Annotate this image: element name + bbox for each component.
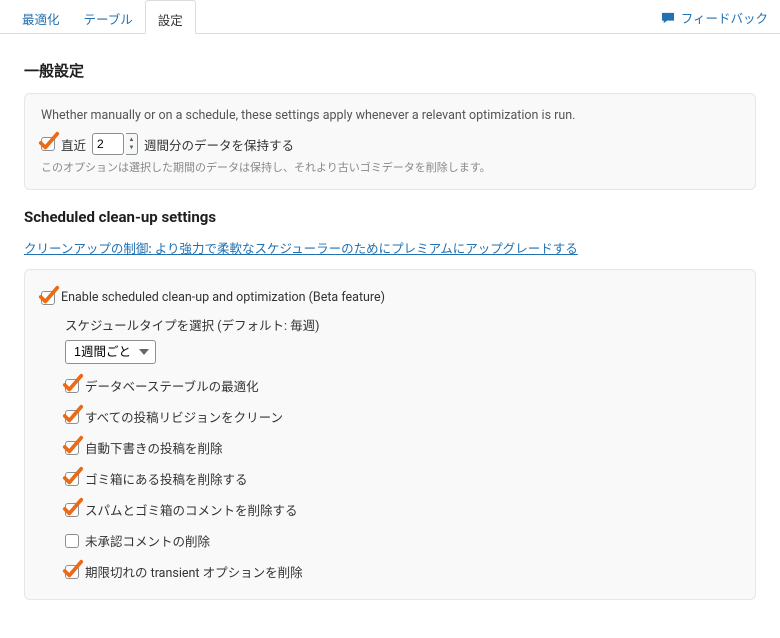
cleanup-option-checkbox[interactable] <box>65 534 79 548</box>
general-settings-heading: 一般設定 <box>24 60 756 81</box>
cleanup-option-label: スパムとゴミ箱のコメントを削除する <box>85 500 298 519</box>
cleanup-option-checkbox[interactable] <box>65 410 79 424</box>
cleanup-option-label: すべての投稿リビジョンをクリーン <box>85 407 283 426</box>
cleanup-option-label: 未承認コメントの削除 <box>85 531 210 550</box>
cleanup-option-label: データベーステーブルの最適化 <box>85 376 259 395</box>
feedback-link[interactable]: フィードバック <box>661 8 768 27</box>
retain-suffix-label: 週間分のデータを保持する <box>144 135 294 154</box>
cleanup-option-row: ゴミ箱にある投稿を削除する <box>65 469 739 488</box>
cleanup-option-checkbox[interactable] <box>65 472 79 486</box>
tab-bar: 最適化 テーブル 設定 フィードバック <box>0 0 780 34</box>
cleanup-option-checkbox[interactable] <box>65 565 79 579</box>
cleanup-option-checkbox[interactable] <box>65 503 79 517</box>
retain-weeks-stepper[interactable]: ▲ ▼ <box>126 133 138 155</box>
general-description: Whether manually or on a schedule, these… <box>41 108 739 123</box>
tab-settings[interactable]: 設定 <box>145 0 196 34</box>
premium-upgrade-link[interactable]: クリーンアップの制御: より強力で柔軟なスケジューラーのためにプレミアムにアップ… <box>24 242 578 257</box>
tab-optimize[interactable]: 最適化 <box>10 0 72 33</box>
cleanup-option-checkbox[interactable] <box>65 441 79 455</box>
stepper-up-icon[interactable]: ▲ <box>126 136 137 144</box>
feedback-label: フィードバック <box>681 8 768 27</box>
enable-scheduled-checkbox[interactable] <box>41 291 55 305</box>
cleanup-option-row: 未承認コメントの削除 <box>65 531 739 550</box>
retain-weeks-input[interactable] <box>92 133 124 155</box>
cleanup-option-row: すべての投稿リビジョンをクリーン <box>65 407 739 426</box>
cleanup-option-checkbox[interactable] <box>65 379 79 393</box>
cleanup-option-row: データベーステーブルの最適化 <box>65 376 739 395</box>
retain-data-checkbox[interactable] <box>41 137 55 151</box>
feedback-icon <box>661 12 675 24</box>
cleanup-option-row: 自動下書きの投稿を削除 <box>65 438 739 457</box>
cleanup-option-label: 自動下書きの投稿を削除 <box>85 438 223 457</box>
scheduled-cleanup-panel: Enable scheduled clean-up and optimizati… <box>24 269 756 600</box>
cleanup-option-label: 期限切れの transient オプションを削除 <box>85 562 303 581</box>
schedule-type-label: スケジュールタイプを選択 (デフォルト: 毎週) <box>65 315 739 334</box>
enable-scheduled-label: Enable scheduled clean-up and optimizati… <box>61 290 385 305</box>
scheduled-cleanup-heading: Scheduled clean-up settings <box>24 208 756 226</box>
stepper-down-icon[interactable]: ▼ <box>126 144 137 152</box>
cleanup-option-row: 期限切れの transient オプションを削除 <box>65 562 739 581</box>
tab-table[interactable]: テーブル <box>72 0 145 33</box>
cleanup-option-label: ゴミ箱にある投稿を削除する <box>85 469 248 488</box>
general-settings-panel: Whether manually or on a schedule, these… <box>24 93 756 190</box>
retain-hint: このオプションは選択した期間のデータは保持し、それより古いゴミデータを削除します… <box>41 159 739 175</box>
retain-prefix-label: 直近 <box>61 135 86 154</box>
cleanup-option-row: スパムとゴミ箱のコメントを削除する <box>65 500 739 519</box>
schedule-type-select[interactable]: 1週間ごと <box>65 340 156 364</box>
